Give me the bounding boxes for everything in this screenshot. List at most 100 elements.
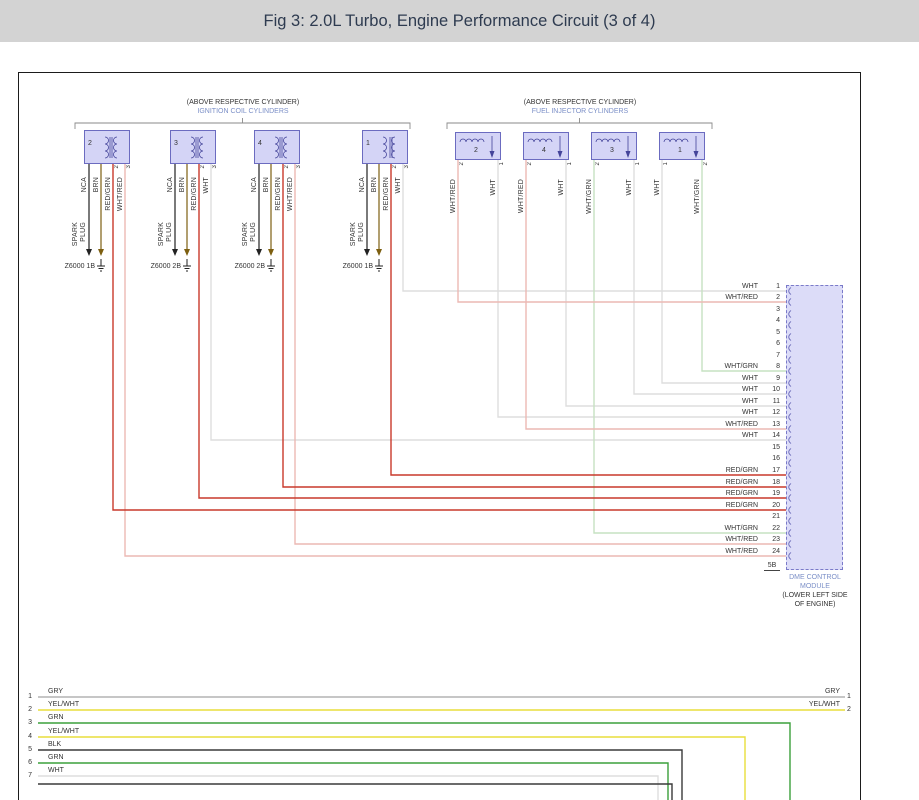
coil-pin-number: 2 [200,165,207,169]
dme-pin-number: 15 [752,444,780,452]
coil-wire-label: NCA [251,177,259,192]
injector-wire-label: WHT/GRN [694,179,702,214]
bottom-wire-number: 4 [20,733,32,741]
coil-wire-label: RED/GRN [275,177,283,211]
injector-number: 3 [605,147,619,155]
bottom-wire-right-number: 1 [847,693,851,701]
bottom-wire-label: BLK [48,741,61,749]
dme-pin-wire-label: WHT/RED [700,548,758,556]
spark-plug-label: SPARK [350,222,358,246]
fuel-injector-box [455,132,501,160]
spark-plug-label: PLUG [80,222,88,242]
injector-wire-label: WHT [490,179,498,196]
ignition-header-line2: IGNITION COIL CYLINDERS [148,108,338,116]
bottom-wire-label: GRN [48,754,64,762]
dme-connector-id: 5B [764,562,780,571]
injector-number: 2 [469,147,483,155]
fuel-injector-box [659,132,705,160]
spark-plug-label: PLUG [358,222,366,242]
coil-wire-label: BRN [371,177,379,192]
fuel-injector-box [523,132,569,160]
injector-pin-number: 2 [527,162,534,166]
bottom-wire-label: YEL/WHT [48,728,79,736]
injector-pin-number: 1 [567,162,574,166]
bottom-wire-number: 6 [20,759,32,767]
ground-id-label: Z6000 2B [139,263,181,271]
bottom-wire-right-label: GRY [770,688,840,696]
injector-number: 4 [537,147,551,155]
coil-wire-label: BRN [93,177,101,192]
dme-pin-number: 16 [752,455,780,463]
coil-number: 2 [88,140,92,148]
dme-pin-number: 7 [752,352,780,360]
dme-pin-wire-label: WHT/GRN [700,525,758,533]
fuel-injector-box [591,132,637,160]
injector-wire-label: WHT [654,179,662,196]
dme-pin-number: 4 [752,317,780,325]
coil-pin-number: 2 [114,165,121,169]
dme-pin-wire-label: RED/GRN [700,479,758,487]
spark-plug-label: PLUG [166,222,174,242]
coil-wire-label: WHT [395,177,403,194]
injector-header-line2: FUEL INJECTOR CYLINDERS [485,108,675,116]
injector-wire-label: WHT/GRN [586,179,594,214]
bottom-wire-number: 2 [20,706,32,714]
bottom-wire-number: 7 [20,772,32,780]
coil-wire-label: WHT/RED [287,177,295,211]
injector-wire-label: WHT/RED [518,179,526,213]
bottom-wire-label: GRN [48,714,64,722]
dme-pin-wire-label: RED/GRN [700,502,758,510]
injector-wire-label: WHT/RED [450,179,458,213]
coil-wire-label: RED/GRN [105,177,113,211]
ignition-header-line1: (ABOVE RESPECTIVE CYLINDER) [148,99,338,107]
bottom-wire-right-number: 2 [847,706,851,714]
coil-wire-label: BRN [179,177,187,192]
dme-pin-wire-label: WHT [700,409,758,417]
wiring-diagram-page: Fig 3: 2.0L Turbo, Engine Performance Ci… [0,0,919,800]
coil-wire-label: NCA [167,177,175,192]
title-bar: Fig 3: 2.0L Turbo, Engine Performance Ci… [0,0,919,42]
coil-wire-label: RED/GRN [191,177,199,211]
coil-wire-label: BRN [263,177,271,192]
bottom-wire-right-label: YEL/WHT [770,701,840,709]
dme-pin-number: 21 [752,513,780,521]
bottom-wire-label: YEL/WHT [48,701,79,709]
dme-pin-wire-label: WHT/RED [700,421,758,429]
dme-pin-wire-label: WHT [700,283,758,291]
dme-pin-number: 5 [752,329,780,337]
bottom-wire-number: 3 [20,719,32,727]
coil-pin-number: 3 [296,165,303,169]
coil-number: 1 [366,140,370,148]
dme-pin-number: 3 [752,306,780,314]
coil-wire-label: NCA [359,177,367,192]
dme-pin-wire-label: WHT [700,375,758,383]
injector-number: 1 [673,147,687,155]
coil-pin-number: 3 [212,165,219,169]
dme-location-line1: (LOWER LEFT SIDE [765,592,865,600]
dme-module-box [786,285,843,570]
injector-wire-label: WHT [558,179,566,196]
coil-wire-label: WHT/RED [117,177,125,211]
injector-pin-number: 1 [635,162,642,166]
coil-pin-number: 2 [392,165,399,169]
bottom-wire-number: 5 [20,746,32,754]
dme-name-line1: DME CONTROL [765,574,865,582]
ground-id-label: Z6000 1B [331,263,373,271]
dme-pin-wire-label: WHT/RED [700,536,758,544]
injector-pin-number: 2 [459,162,466,166]
dme-pin-wire-label: WHT/GRN [700,363,758,371]
coil-pin-number: 3 [404,165,411,169]
coil-number: 3 [174,140,178,148]
dme-pin-wire-label: WHT/RED [700,294,758,302]
dme-location-line2: OF ENGINE) [765,601,865,609]
dme-pin-wire-label: RED/GRN [700,490,758,498]
bottom-wire-number: 1 [20,693,32,701]
figure-title: Fig 3: 2.0L Turbo, Engine Performance Ci… [264,12,656,31]
injector-header-line1: (ABOVE RESPECTIVE CYLINDER) [485,99,675,107]
spark-plug-label: SPARK [158,222,166,246]
injector-wire-label: WHT [626,179,634,196]
coil-pin-number: 2 [284,165,291,169]
injector-pin-number: 2 [595,162,602,166]
dme-pin-wire-label: WHT [700,398,758,406]
injector-pin-number: 1 [663,162,670,166]
